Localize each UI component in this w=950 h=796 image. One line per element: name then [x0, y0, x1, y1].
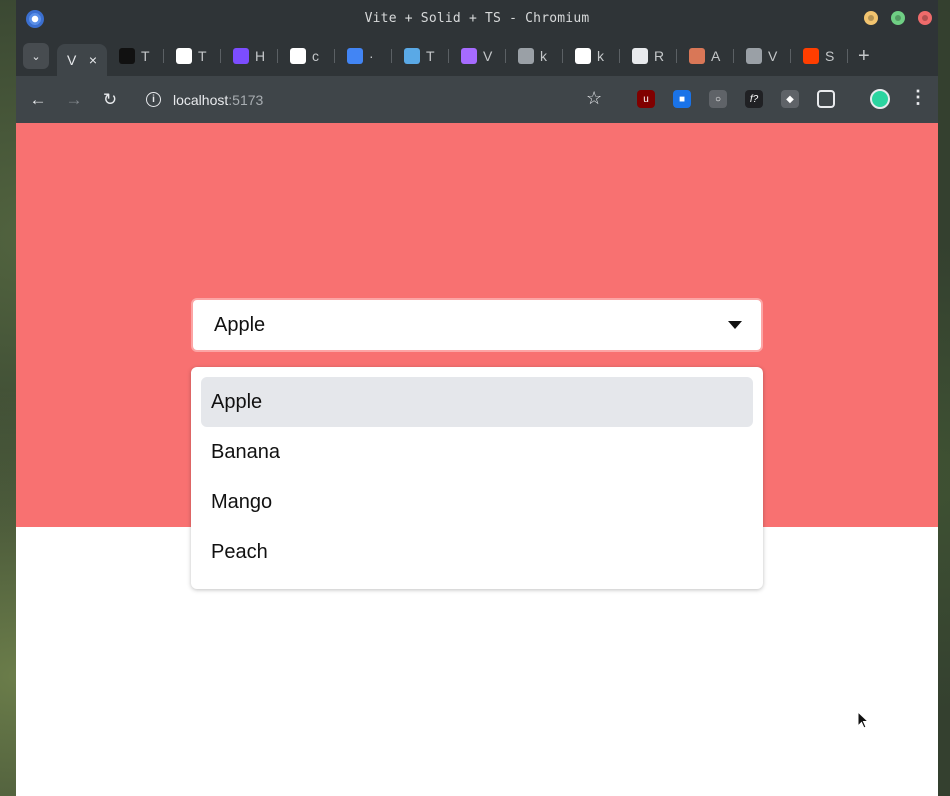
forward-arrow-icon[interactable]: →: [62, 88, 86, 112]
svelte-icon: [803, 48, 819, 64]
tab-label: R: [654, 48, 665, 64]
tab-label: V: [67, 52, 77, 68]
vite-icon: [461, 48, 477, 64]
tab-10[interactable]: A: [677, 42, 734, 70]
back-arrow-icon[interactable]: ←: [26, 88, 50, 112]
title-bar: Vite + Solid + TS - Chromium: [16, 0, 938, 36]
chevron-down-icon: [728, 321, 742, 329]
tab-2[interactable]: H: [221, 42, 278, 70]
more-menu-icon[interactable]: ⋮: [909, 87, 927, 108]
avatar-icon: [518, 48, 534, 64]
option-banana[interactable]: Banana: [201, 427, 753, 477]
option-apple[interactable]: Apple: [201, 377, 753, 427]
close-window-button[interactable]: [918, 11, 932, 25]
url-host: localhost: [173, 91, 229, 108]
bookmark-star-icon[interactable]: ☆: [586, 88, 602, 109]
extensions-row: u ■ ○ f? ◆: [637, 90, 853, 108]
tab-3[interactable]: c: [278, 42, 335, 70]
select-trigger[interactable]: Apple: [191, 298, 763, 352]
tab-label: k: [597, 48, 604, 64]
profile-avatar[interactable]: [870, 89, 890, 109]
tab-label: k: [540, 48, 547, 64]
globe-icon: [746, 48, 762, 64]
google-icon: [290, 48, 306, 64]
select-listbox: Apple Banana Mango Peach: [191, 367, 763, 589]
anthropic-icon: [689, 48, 705, 64]
maximize-button[interactable]: [891, 11, 905, 25]
select-value: Apple: [214, 313, 266, 336]
chrome-badge-icon: [347, 48, 363, 64]
tab-label: c: [312, 48, 319, 64]
tab-1[interactable]: T: [164, 42, 221, 70]
reload-icon[interactable]: ↻: [98, 88, 122, 112]
page-content: Apple Apple Banana Mango Peach: [16, 123, 938, 796]
extensions-puzzle-icon[interactable]: [817, 90, 835, 108]
openai-icon: [632, 48, 648, 64]
font-extension-icon[interactable]: f?: [745, 90, 763, 108]
option-mango[interactable]: Mango: [201, 477, 753, 527]
close-tab-icon[interactable]: ×: [89, 52, 97, 68]
tab-label: T: [426, 48, 435, 64]
slash-logo-icon: [119, 48, 135, 64]
rocket-icon: [233, 48, 249, 64]
address-bar[interactable]: i localhost:5173: [140, 83, 600, 116]
browser-window: Vite + Solid + TS - Chromium ⌄ V × T T Hc ·…: [16, 0, 938, 796]
window-controls: [864, 11, 932, 25]
tab-11[interactable]: V: [734, 42, 791, 70]
tab-7[interactable]: k: [506, 42, 563, 70]
tab-active[interactable]: V ×: [57, 44, 107, 76]
tab-label: ·: [369, 48, 374, 64]
tab-label: T: [141, 48, 150, 64]
option-peach[interactable]: Peach: [201, 527, 753, 577]
site-info-icon[interactable]: i: [146, 92, 161, 107]
new-tab-button[interactable]: +: [858, 45, 870, 68]
tab-12[interactable]: S: [791, 42, 848, 70]
tab-6[interactable]: V: [449, 42, 506, 70]
minimize-button[interactable]: [864, 11, 878, 25]
chevron-down-icon: ⌄: [31, 50, 41, 63]
window-title: Vite + Solid + TS - Chromium: [364, 10, 590, 26]
tab-4[interactable]: ·: [335, 42, 392, 70]
ublock-icon[interactable]: u: [637, 90, 655, 108]
tab-label: V: [483, 48, 493, 64]
tab-label: H: [255, 48, 266, 64]
tab-label: V: [768, 48, 778, 64]
shield-icon[interactable]: ◆: [781, 90, 799, 108]
tab-label: A: [711, 48, 721, 64]
tab-label: S: [825, 48, 835, 64]
tab-search-button[interactable]: ⌄: [23, 43, 49, 69]
tab-8[interactable]: k: [563, 42, 620, 70]
glasses-extension-icon[interactable]: ○: [709, 90, 727, 108]
puzzle-extension-icon[interactable]: ■: [673, 90, 691, 108]
tab-label: T: [198, 48, 207, 64]
tab-strip: ⌄ V × T T Hc · T Vk k R A V S +: [16, 36, 938, 76]
tab-list: T T Hc · T Vk k R A V S: [107, 42, 848, 70]
feather-icon: [404, 48, 420, 64]
url-port: :5173: [228, 91, 264, 108]
browser-toolbar: ← → ↻ i localhost:5173 ☆ u ■ ○ f? ◆ ⋮: [16, 76, 938, 123]
github-icon: [575, 48, 591, 64]
white-circle-icon: [176, 48, 192, 64]
tab-0[interactable]: T: [107, 42, 164, 70]
chromium-icon: [26, 10, 44, 28]
tab-5[interactable]: T: [392, 42, 449, 70]
tab-9[interactable]: R: [620, 42, 677, 70]
